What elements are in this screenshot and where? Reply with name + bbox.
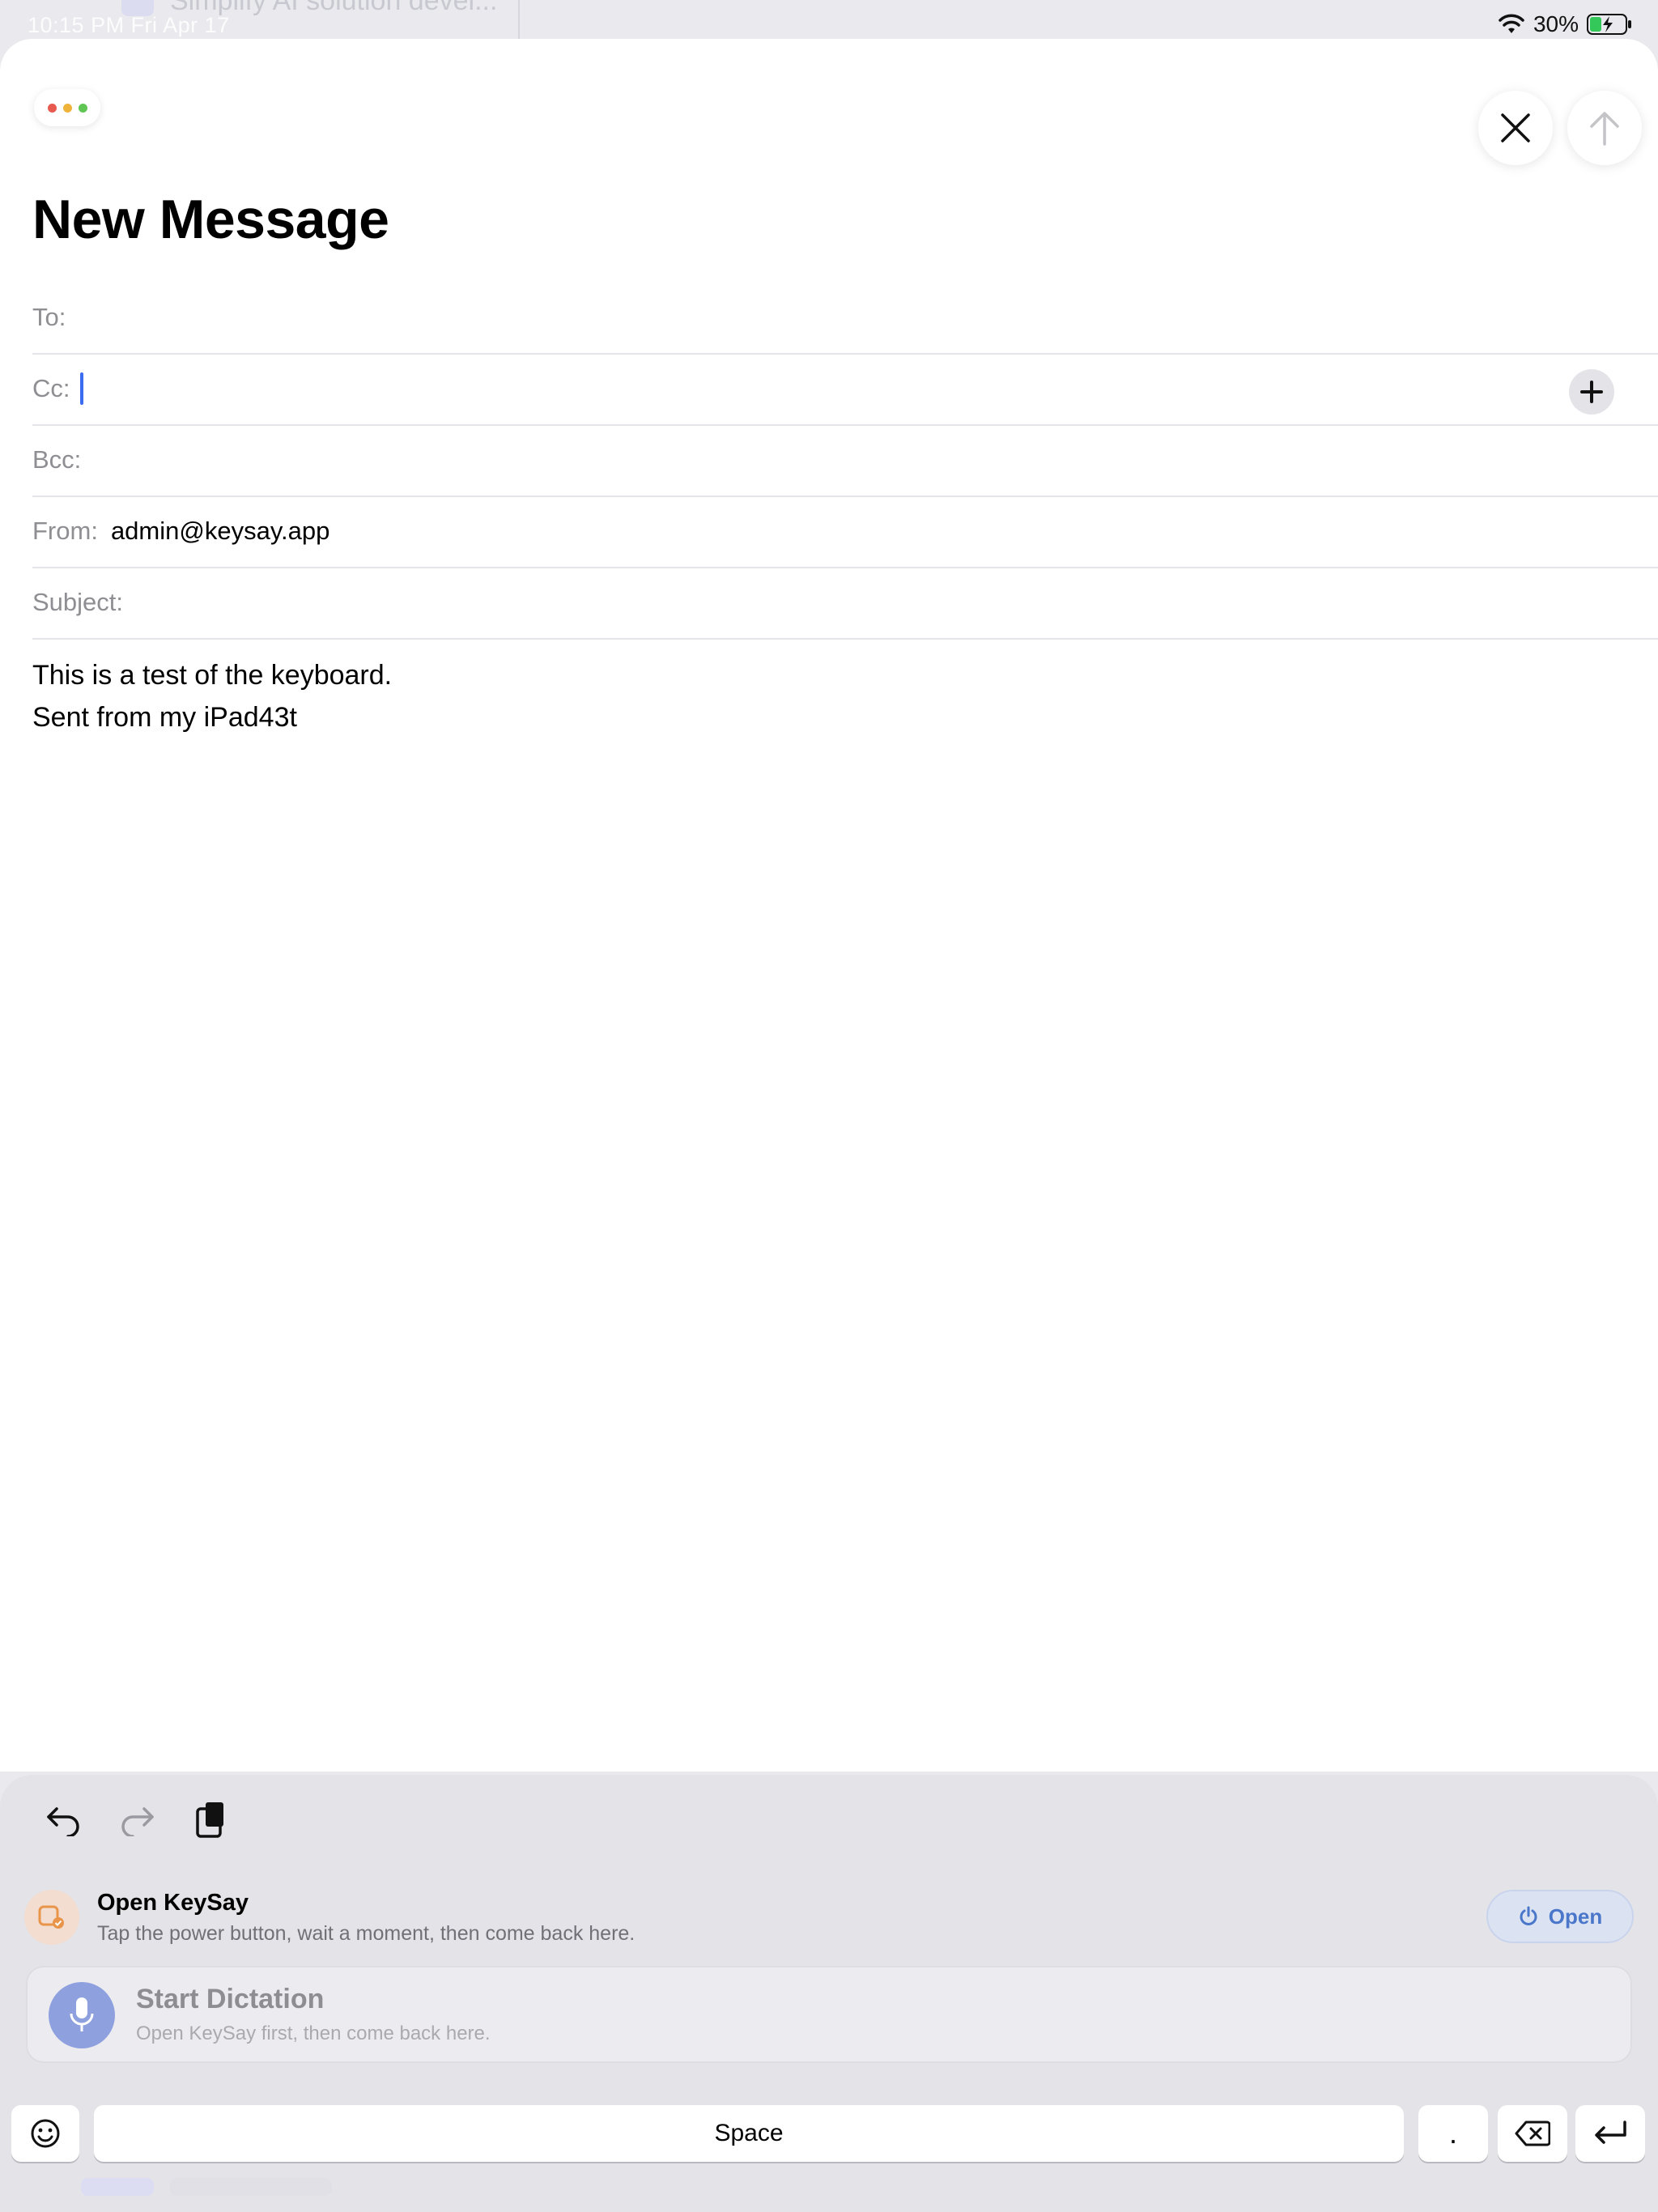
dictation-subtitle: Open KeySay first, then come back here. [136,2023,491,2044]
plus-icon [1580,381,1603,403]
subject-label: Subject: [32,588,124,616]
undo-icon [47,1807,79,1836]
status-time: 10:15 PM Fri Apr 17 [28,13,230,37]
cc-label: Cc: [32,374,70,402]
battery-percent: 30% [1533,11,1579,36]
dictation-title: Start Dictation [136,1984,325,2014]
return-icon [1595,2121,1626,2144]
space-key[interactable]: Space [94,2105,1404,2162]
to-label: To: [32,303,66,331]
keysay-title: Open KeySay [97,1890,249,1916]
minimize-window-dot[interactable] [62,103,72,113]
background-ghost [81,2178,154,2196]
battery-charging-icon [1587,14,1631,35]
cancel-button[interactable] [1478,91,1553,165]
return-key[interactable] [1575,2105,1645,2162]
message-body[interactable]: This is a test of the keyboard. Sent fro… [32,654,392,738]
backspace-icon [1515,2121,1550,2146]
keysay-subtitle: Tap the power button, wait a moment, the… [97,1922,636,1945]
period-key[interactable]: . [1418,2105,1488,2162]
redo-button[interactable] [112,1794,164,1846]
from-field[interactable]: From: admin@keysay.app [32,496,1658,568]
body-line: This is a test of the keyboard. [32,660,393,691]
close-icon [1501,113,1530,143]
status-bar: 10:15 PM Fri Apr 17 30% [0,0,1658,49]
start-dictation-card[interactable]: Start Dictation Open KeySay first, then … [26,1966,1632,2063]
emoji-key[interactable] [11,2105,79,2162]
add-contact-button[interactable] [1569,369,1614,415]
keysay-banner: Open KeySay Tap the power button, wait a… [24,1890,1634,1948]
page-title: New Message [32,189,389,250]
arrow-up-icon [1590,112,1619,146]
bcc-field[interactable]: Bcc: [32,424,1658,497]
body-line: Sent from my iPad43t [32,702,297,733]
power-icon [1520,1906,1537,1925]
app-check-icon [38,1905,64,1929]
microphone-icon [70,1997,94,2031]
to-field[interactable]: To: [32,282,1658,355]
send-button[interactable] [1567,91,1642,165]
undo-button[interactable] [37,1794,89,1846]
keysay-app-icon [24,1890,79,1945]
paste-button[interactable] [185,1794,236,1846]
status-indicators: 30% [1498,11,1634,37]
wifi-icon [1499,14,1524,33]
background-ghost [170,2178,332,2196]
text-cursor [79,372,83,405]
from-label: From: [32,517,98,545]
subject-field[interactable]: Subject: [32,567,1658,640]
open-button-label: Open [1548,1904,1603,1929]
smiley-icon [31,2119,60,2148]
cc-field[interactable]: Cc: [32,353,1658,426]
from-value[interactable]: admin@keysay.app [111,517,329,546]
close-window-dot[interactable] [47,103,57,113]
redo-icon [121,1807,154,1836]
zoom-window-dot[interactable] [78,103,87,113]
open-keysay-button[interactable]: Open [1486,1890,1634,1943]
delete-key[interactable] [1498,2105,1567,2162]
dictation-mic-button[interactable] [49,1982,115,2048]
window-controls[interactable] [34,89,100,126]
clipboard-icon [196,1802,223,1838]
bcc-label: Bcc: [32,445,82,474]
